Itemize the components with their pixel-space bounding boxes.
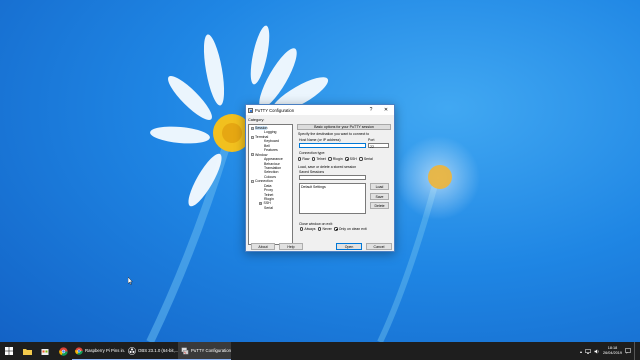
saved-sessions-input[interactable] (299, 175, 366, 180)
radio-label: Always (304, 227, 316, 231)
tree-expander-icon[interactable]: − (250, 126, 254, 130)
help-button[interactable]: Help (279, 243, 303, 250)
store-bag-icon (41, 349, 49, 355)
mouse-cursor-icon (128, 277, 133, 285)
clock[interactable]: 18:18 26/04/2019 (603, 346, 622, 356)
saved-sessions-value (300, 177, 301, 181)
radio-button-icon[interactable] (300, 227, 304, 231)
tree-item-label: Serial (264, 205, 273, 210)
radio-label: SSH (349, 157, 357, 161)
system-tray: ▴ 18:18 26/04/2019 (580, 342, 636, 360)
putty-config-dialog: PuTTY Configuration ? ✕ Category: − Sessi… (245, 104, 395, 252)
start-button[interactable] (0, 342, 18, 360)
radio-label: Raw (302, 157, 310, 161)
tree-expander-icon[interactable]: + (259, 202, 262, 206)
radio-button-icon[interactable] (318, 227, 322, 231)
taskbar-task-label: Raspberry Pi Pins in... (85, 348, 125, 353)
help-question-button[interactable]: ? (364, 105, 378, 115)
radio-label: Never (322, 227, 332, 231)
host-label: Host Name (or IP address) (299, 138, 341, 142)
radio-button-icon[interactable] (328, 157, 332, 161)
conn-type-radio-raw[interactable]: Raw (298, 157, 309, 161)
close-button[interactable]: ✕ (378, 105, 394, 115)
obs-icon (128, 346, 136, 355)
chrome-icon (75, 346, 83, 355)
close-on-exit-group: Always Never Only on clean exit (300, 227, 367, 231)
save-button[interactable]: Save (370, 193, 389, 200)
taskbar-task-label: OBS 23.1.0 (64-bit,... (138, 348, 178, 353)
close-exit-radio-always[interactable]: Always (300, 227, 315, 231)
open-button[interactable]: Open (336, 243, 362, 250)
tree-item-serial[interactable]: Serial (249, 206, 292, 210)
radio-button-icon[interactable] (345, 157, 349, 161)
taskbar: Raspberry Pi Pins in... OBS 23.1.0 (64-bi… (0, 342, 640, 360)
taskbar-task-chrome[interactable]: Raspberry Pi Pins in... (72, 342, 125, 360)
show-desktop-button[interactable] (634, 342, 636, 360)
host-input-value (300, 145, 301, 149)
pinned-chrome[interactable] (54, 342, 72, 360)
network-icon[interactable] (585, 348, 591, 354)
radio-button-icon[interactable] (359, 157, 363, 161)
windows-logo-icon (5, 347, 13, 355)
volume-icon[interactable] (594, 348, 600, 354)
folder-icon (22, 348, 32, 355)
port-label: Port (368, 138, 375, 142)
tree-expander-icon[interactable]: − (250, 135, 254, 139)
dialog-title: PuTTY Configuration (255, 107, 295, 113)
putty-icon (248, 107, 253, 113)
putty-icon (181, 347, 189, 355)
pinned-file-explorer[interactable] (18, 342, 36, 360)
conn-type-radio-serial[interactable]: Serial (359, 157, 373, 161)
destination-label: Specify the destination you want to conn… (298, 132, 370, 136)
connection-type-label: Connection type: (299, 151, 326, 155)
saved-sessions-label: Saved Sessions (299, 170, 325, 174)
taskbar-task-putty[interactable]: PuTTY Configuration (178, 342, 231, 360)
running-tasks: Raspberry Pi Pins in... OBS 23.1.0 (64-bi… (72, 342, 231, 360)
notifications-icon[interactable] (625, 348, 631, 354)
radio-label: Only on clean exit (338, 227, 367, 231)
radio-button-icon[interactable] (298, 157, 302, 161)
tray-chevron-up-icon[interactable]: ▴ (580, 349, 582, 354)
port-input-value: 22 (370, 145, 374, 149)
radio-label: Telnet (316, 157, 326, 161)
close-on-exit-label: Close window on exit: (299, 222, 333, 226)
delete-button[interactable]: Delete (370, 202, 389, 209)
dialog-titlebar[interactable]: PuTTY Configuration ? ✕ (246, 105, 394, 115)
conn-type-radio-rlogin[interactable]: Rlogin (328, 157, 343, 161)
taskbar-task-obs[interactable]: OBS 23.1.0 (64-bit,... (125, 342, 178, 360)
radio-label: Serial (363, 157, 373, 161)
about-button[interactable]: About (251, 243, 275, 250)
radio-label: Rlogin (332, 157, 343, 161)
panel-header: Basic options for your PuTTY session (297, 124, 391, 130)
sessions-list[interactable]: Default Settings (299, 183, 366, 214)
tree-expander-icon[interactable]: − (250, 179, 254, 183)
radio-button-icon[interactable] (334, 227, 339, 231)
load-button[interactable]: Load (370, 183, 389, 190)
category-tree[interactable]: − Session Logging − Terminal Keyboard Bell Feat… (248, 124, 293, 245)
radio-button-icon[interactable] (312, 157, 316, 161)
taskbar-task-label: PuTTY Configuration (191, 348, 231, 353)
connection-type-group: Raw Telnet Rlogin SSH Serial (298, 157, 373, 161)
clock-date: 26/04/2019 (602, 351, 622, 355)
conn-type-radio-telnet[interactable]: Telnet (312, 157, 326, 161)
close-exit-radio-only-on-clean-exit[interactable]: Only on clean exit (334, 227, 367, 231)
pinned-store[interactable] (36, 342, 54, 360)
host-input[interactable] (299, 143, 366, 148)
close-exit-radio-never[interactable]: Never (318, 227, 332, 231)
port-input[interactable]: 22 (368, 143, 389, 149)
conn-type-radio-ssh[interactable]: SSH (345, 157, 357, 161)
category-label: Category: (248, 118, 265, 122)
tree-expander-icon[interactable]: − (250, 153, 254, 157)
session-list-item[interactable]: Default Settings (301, 185, 364, 189)
cancel-button[interactable]: Cancel (366, 243, 392, 250)
chrome-icon (58, 346, 68, 356)
sessions-label: Load, save or delete a stored session (298, 165, 357, 169)
